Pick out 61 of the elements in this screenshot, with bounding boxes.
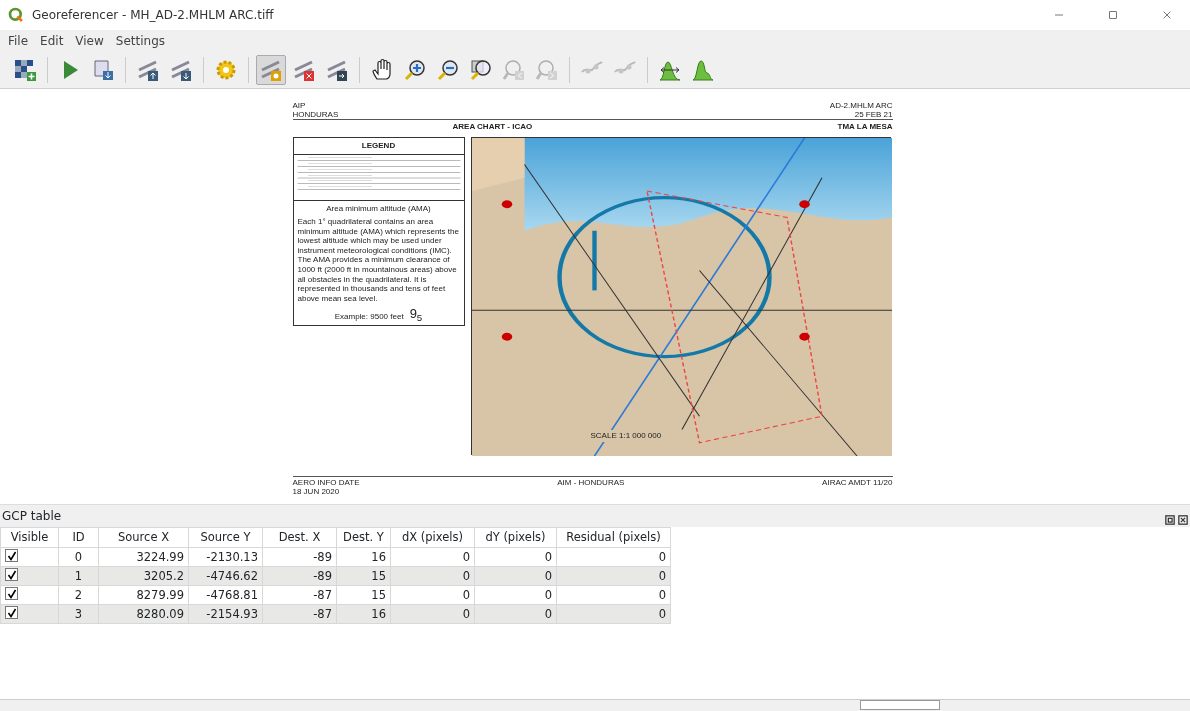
spin-box[interactable] bbox=[860, 700, 940, 710]
table-cell: 0 bbox=[390, 585, 475, 605]
column-header[interactable]: dY (pixels) bbox=[474, 527, 557, 548]
column-header[interactable]: Visible bbox=[0, 527, 59, 548]
column-header[interactable]: dX (pixels) bbox=[390, 527, 475, 548]
zoom-in-icon bbox=[403, 57, 427, 82]
document-header-text: AIP HONDURAS bbox=[292, 101, 339, 120]
zoom-full-icon bbox=[469, 57, 493, 82]
table-cell: 0 bbox=[474, 585, 557, 605]
footer-amendment: AIRAC AMDT 11/20 bbox=[822, 479, 893, 490]
menu-item[interactable]: View bbox=[69, 31, 110, 50]
menu-item[interactable]: Edit bbox=[34, 31, 70, 50]
column-header[interactable]: Source Y bbox=[188, 527, 263, 548]
hand-icon bbox=[370, 57, 394, 82]
zoom-out-icon bbox=[436, 57, 460, 82]
menu-item[interactable]: File bbox=[2, 31, 35, 50]
table-cell: -89 bbox=[262, 547, 337, 567]
column-header[interactable]: ID bbox=[58, 527, 99, 548]
table-cell: 0 bbox=[474, 547, 557, 567]
visible-checkbox[interactable] bbox=[5, 568, 18, 582]
example-value: 9$_{5}$ bbox=[409, 306, 423, 322]
chart-area-name: TMA LA MESA bbox=[837, 121, 893, 134]
ama-description: Each 1° quadrilateral contains an area minimum altitude (AMA) which represents the lowest altitude which may be used under instrument meteorological conditions (IMC). The AMA provides a minimum clearance of 1000 ft (2000 ft in mountainous areas) above all obstacles in the quadrilateral. It is represented in thousands and tens of feet above mean sea level. bbox=[297, 216, 460, 304]
table-cell: -2130.13 bbox=[188, 547, 263, 567]
table-cell: 8279.99 bbox=[98, 585, 189, 605]
table-cell: 0 bbox=[58, 547, 99, 567]
zoom-forward-icon bbox=[535, 57, 559, 82]
column-header[interactable]: Dest. Y bbox=[336, 527, 391, 548]
document-header-text: AD-2.MHLM ARC 25 FEB 21 bbox=[829, 101, 893, 120]
legend-title: LEGEND bbox=[293, 138, 464, 156]
app-logo-icon bbox=[8, 7, 24, 23]
table-cell: 15 bbox=[336, 585, 391, 605]
chart-title: AREA CHART - ICAO bbox=[452, 121, 533, 134]
map-scale-label: SCALE 1:1 000 000 bbox=[590, 430, 662, 443]
script-icon bbox=[91, 57, 115, 82]
table-cell: 3224.99 bbox=[98, 547, 189, 567]
window-title: Georeferencer - MH_AD-2.MHLM ARC.tiff bbox=[32, 7, 275, 24]
column-header[interactable]: Source X bbox=[98, 527, 189, 548]
visible-checkbox[interactable] bbox=[5, 549, 18, 563]
visible-checkbox[interactable] bbox=[5, 587, 18, 601]
ama-title: Area minimum altitude (AMA) bbox=[325, 204, 432, 214]
column-header[interactable]: Dest. X bbox=[262, 527, 337, 548]
menu-item[interactable]: Settings bbox=[109, 31, 172, 50]
table-cell: 0 bbox=[556, 585, 671, 605]
footer-publisher: AIM - HONDURAS bbox=[557, 479, 625, 490]
table-cell: -4768.81 bbox=[188, 585, 263, 605]
raster-add-icon bbox=[13, 57, 37, 82]
table-cell: 16 bbox=[336, 547, 391, 567]
example-label: Example: 9500 feet bbox=[334, 312, 404, 322]
table-cell: -87 bbox=[262, 585, 337, 605]
zoom-back-icon bbox=[502, 57, 526, 82]
dock-title: GCP table bbox=[2, 508, 62, 525]
point-add-button[interactable] bbox=[256, 54, 286, 85]
column-header[interactable]: Residual (pixels) bbox=[556, 527, 671, 548]
footer-date: AERO INFO DATE 18 JUN 2020 bbox=[292, 479, 360, 497]
table-cell: 2 bbox=[58, 585, 99, 605]
float-icon[interactable] bbox=[1165, 515, 1175, 525]
visible-checkbox[interactable] bbox=[5, 606, 18, 620]
close-icon[interactable] bbox=[1178, 515, 1188, 525]
table-cell: 0 bbox=[390, 547, 475, 567]
table-cell: 0 bbox=[556, 547, 671, 567]
